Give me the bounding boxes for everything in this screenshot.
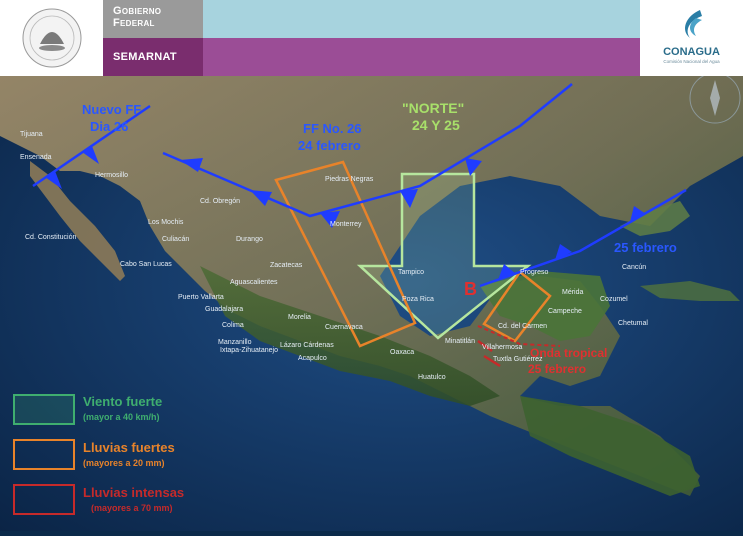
place-label: Puerto Vallarta <box>178 294 224 301</box>
place-label: Monterrey <box>330 221 362 228</box>
legend-title-intense-rain: Lluvias intensas <box>83 485 185 500</box>
place-label: Culiacán <box>162 236 190 243</box>
header-bar: Gobierno Federal SEMARNAT CONAGUA Comisi… <box>0 0 743 76</box>
place-label: Huatulco <box>418 374 446 381</box>
place-label: Acapulco <box>298 355 327 362</box>
header-band-purple <box>203 38 640 76</box>
gov-line2: Federal <box>113 17 155 29</box>
legend-swatch-heavy-rain <box>13 439 75 470</box>
place-label: Cd. del Carmen <box>498 323 548 330</box>
place-label: Oaxaca <box>390 349 415 356</box>
weather-map: Tijuana Ensenada Hermosillo Cd. Obregón Los … <box>0 72 743 531</box>
place-label: Cozumel <box>600 296 628 303</box>
place-label: Chetumal <box>618 320 648 327</box>
place-label: Cd. Obregón <box>200 198 241 205</box>
water-drop-icon <box>685 10 702 38</box>
place-label: Durango <box>236 236 263 243</box>
place-label: Tijuana <box>20 131 43 138</box>
place-label: Mérida <box>562 289 584 296</box>
label-tropical-wave: Onda tropical <box>530 346 608 360</box>
logo-text: CONAGUA <box>663 46 720 58</box>
legend-title-heavy-rain: Lluvias fuertes <box>83 440 175 455</box>
place-label: Morelia <box>288 314 311 321</box>
place-label: Manzanillo <box>218 339 252 346</box>
place-label: Guadalajara <box>205 306 244 313</box>
label-24-febrero: 24 febrero <box>298 138 361 153</box>
low-pressure-marker: B <box>464 279 477 299</box>
place-label: Poza Rica <box>402 296 434 303</box>
place-label: Cuernavaca <box>325 324 363 331</box>
legend-sub-heavy-rain: (mayores a 20 mm) <box>83 458 165 468</box>
agency-name: SEMARNAT <box>113 51 177 63</box>
government-panel: Gobierno Federal SEMARNAT <box>103 0 203 76</box>
place-label: Ixtapa-Zihuatanejo <box>220 347 278 354</box>
place-label: Aguascalientes <box>230 279 278 286</box>
gov-line1: Gobierno <box>113 5 162 17</box>
legend-title-strong-wind: Viento fuerte <box>83 394 163 409</box>
logo-subtitle: Comisión Nacional del Agua <box>663 59 720 64</box>
label-dia-26: Dia 26 <box>90 119 129 134</box>
label-nuevo-ff: Nuevo FF <box>82 102 142 117</box>
place-label: Ensenada <box>20 154 52 161</box>
legend-swatch-strong-wind <box>13 394 75 425</box>
mexico-seal <box>0 0 103 76</box>
place-label: Piedras Negras <box>325 176 374 183</box>
label-norte-dates: 24 Y 25 <box>412 117 460 133</box>
place-label: Cd. Constitución <box>25 234 77 241</box>
place-label: Los Mochis <box>148 219 184 226</box>
place-label: Campeche <box>548 308 582 315</box>
place-label: Colima <box>222 322 244 329</box>
label-norte: "NORTE" <box>402 100 465 116</box>
place-label: Hermosillo <box>95 172 129 179</box>
label-tropical-date: 25 febrero <box>528 362 587 376</box>
place-label: Zacatecas <box>270 262 303 269</box>
place-label: Tampico <box>398 269 425 276</box>
conagua-logo: CONAGUA Comisión Nacional del Agua <box>640 0 743 76</box>
legend-swatch-intense-rain <box>13 484 75 515</box>
header-band-blue <box>203 0 640 38</box>
place-label: Villahermosa <box>482 344 523 351</box>
legend-sub-strong-wind: (mayor a 40 km/h) <box>83 412 160 422</box>
place-label: Cabo San Lucas <box>120 261 172 268</box>
place-label: Cancún <box>622 264 647 271</box>
legend-sub-intense-rain: (mayores a 70 mm) <box>91 503 173 513</box>
place-label: Minatitlán <box>445 338 475 345</box>
label-ff-no-26: FF No. 26 <box>303 121 362 136</box>
place-label: Progreso <box>520 269 549 276</box>
label-25-febrero: 25 febrero <box>614 240 677 255</box>
place-label: Lázaro Cárdenas <box>280 342 334 349</box>
